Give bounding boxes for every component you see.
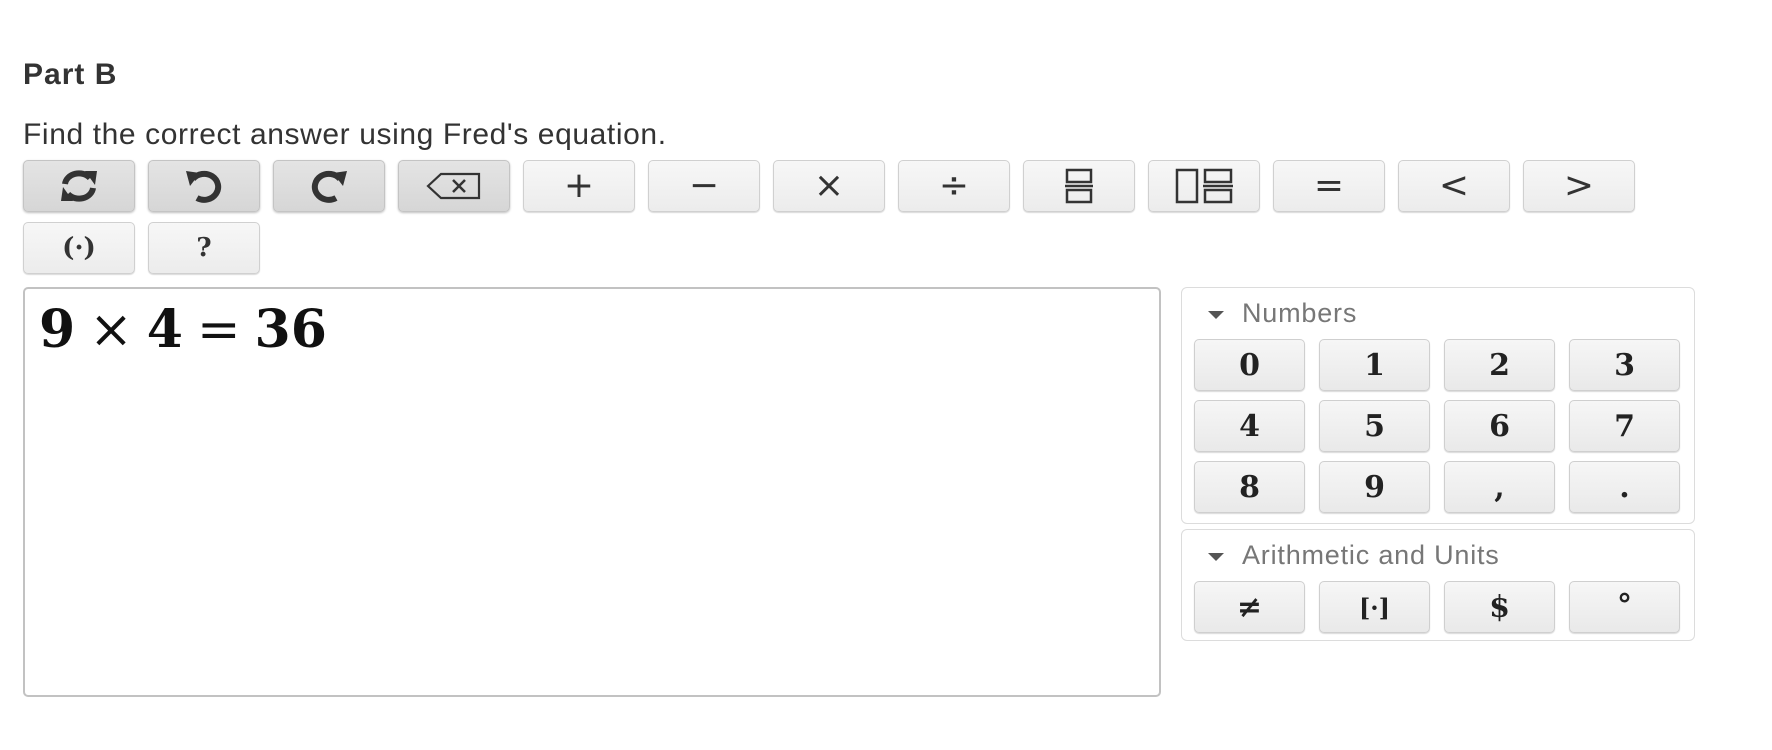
help-button[interactable]: ? <box>148 222 260 274</box>
key-dollar[interactable]: $ <box>1444 581 1555 633</box>
key-not-equal[interactable]: ≠ <box>1194 581 1305 633</box>
key-1[interactable]: 1 <box>1319 339 1430 391</box>
backspace-icon <box>425 171 483 201</box>
parentheses-icon: (·) <box>62 233 96 263</box>
key-2[interactable]: 2 <box>1444 339 1555 391</box>
less-than-button[interactable]: < <box>1398 160 1510 212</box>
key-0[interactable]: 0 <box>1194 339 1305 391</box>
key-7[interactable]: 7 <box>1569 400 1680 452</box>
operand-right: 4 <box>146 299 183 360</box>
key-5[interactable]: 5 <box>1319 400 1430 452</box>
plus-button[interactable]: + <box>523 160 635 212</box>
equals-icon: = <box>1313 165 1345 206</box>
result-value: 36 <box>254 299 327 360</box>
numbers-panel-title: Numbers <box>1242 297 1358 328</box>
backspace-button[interactable] <box>398 160 510 212</box>
arithmetic-panel-toggle[interactable]: Arithmetic and Units <box>1208 540 1500 570</box>
key-4[interactable]: 4 <box>1194 400 1305 452</box>
parentheses-button[interactable]: (·) <box>23 222 135 274</box>
caret-down-icon <box>1208 553 1224 561</box>
question-prompt: Find the correct answer using Fred's equ… <box>23 118 667 151</box>
multiply-operator: × <box>89 300 133 360</box>
undo-button[interactable] <box>148 160 260 212</box>
times-icon: × <box>813 165 845 206</box>
divide-icon: ÷ <box>938 165 970 206</box>
fraction-icon <box>1064 168 1094 204</box>
fraction-button[interactable] <box>1023 160 1135 212</box>
numbers-panel-toggle[interactable]: Numbers <box>1208 298 1357 328</box>
caret-down-icon <box>1208 311 1224 319</box>
part-title: Part B <box>23 58 118 91</box>
equation-expression: 9 × 4 = 36 <box>39 299 327 360</box>
redo-button[interactable] <box>273 160 385 212</box>
arithmetic-units-panel: Arithmetic and Units ≠ [·] $ ° <box>1181 529 1695 641</box>
equals-button[interactable]: = <box>1273 160 1385 212</box>
key-decimal-point[interactable]: . <box>1569 461 1680 513</box>
times-button[interactable]: × <box>773 160 885 212</box>
arithmetic-panel-title: Arithmetic and Units <box>1242 539 1500 570</box>
reset-button[interactable] <box>23 160 135 212</box>
help-icon: ? <box>196 233 212 263</box>
greater-than-icon: > <box>1563 165 1595 206</box>
less-than-icon: < <box>1438 165 1470 206</box>
greater-than-button[interactable]: > <box>1523 160 1635 212</box>
key-6[interactable]: 6 <box>1444 400 1555 452</box>
plus-icon: + <box>563 165 595 206</box>
minus-button[interactable]: − <box>648 160 760 212</box>
refresh-icon <box>59 169 99 203</box>
equation-editor[interactable]: 9 × 4 = 36 <box>23 287 1161 697</box>
redo-icon <box>310 169 348 203</box>
key-comma[interactable]: , <box>1444 461 1555 513</box>
key-8[interactable]: 8 <box>1194 461 1305 513</box>
key-brackets[interactable]: [·] <box>1319 581 1430 633</box>
numbers-panel: Numbers 0 1 2 3 4 5 6 7 8 9 , . <box>1181 287 1695 524</box>
key-9[interactable]: 9 <box>1319 461 1430 513</box>
mixed-number-button[interactable] <box>1148 160 1260 212</box>
operand-left: 9 <box>39 299 76 360</box>
key-3[interactable]: 3 <box>1569 339 1680 391</box>
equals-operator: = <box>196 300 241 360</box>
minus-icon: − <box>688 165 720 206</box>
undo-icon <box>185 169 223 203</box>
mixed-number-icon <box>1175 168 1233 204</box>
key-degree[interactable]: ° <box>1569 581 1680 633</box>
divide-button[interactable]: ÷ <box>898 160 1010 212</box>
